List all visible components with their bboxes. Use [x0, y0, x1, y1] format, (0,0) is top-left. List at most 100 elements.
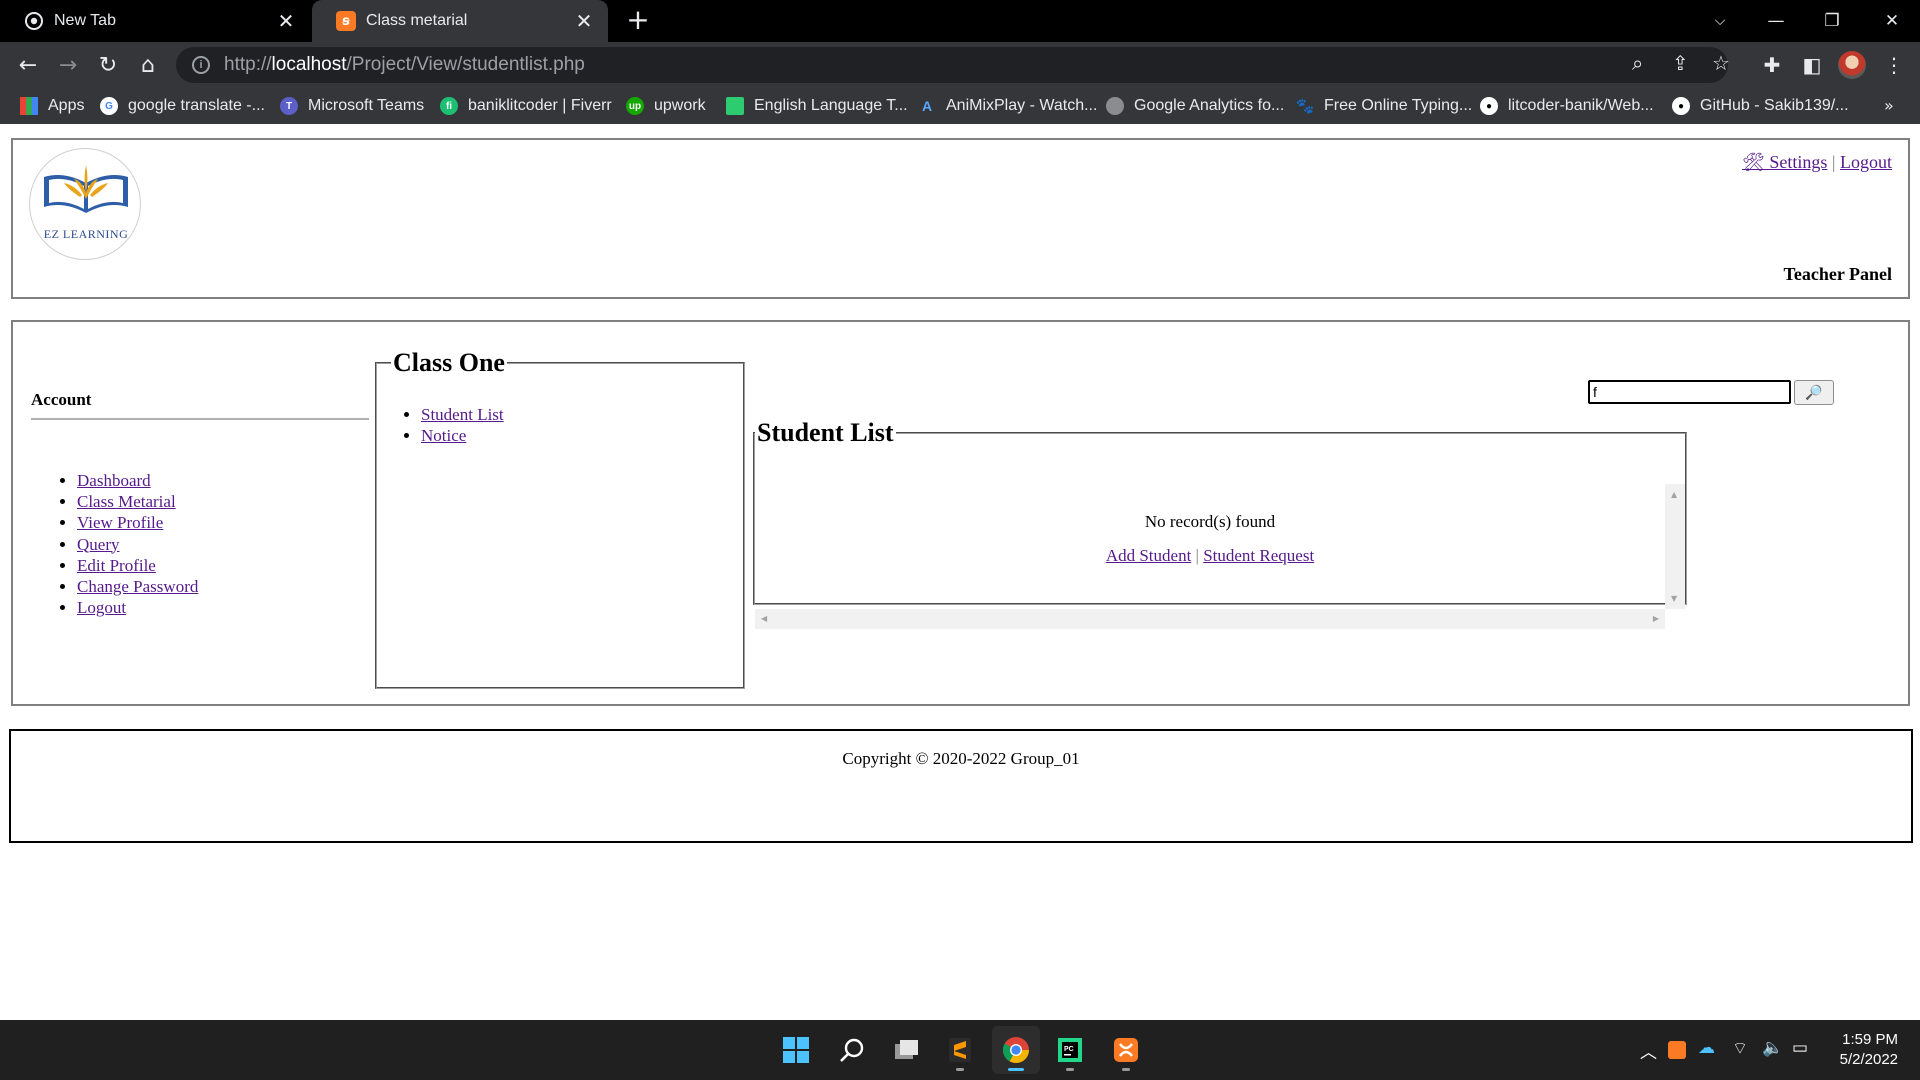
back-button[interactable]: ← — [12, 49, 44, 81]
google-icon: G — [100, 97, 118, 115]
scroll-up-arrow-icon[interactable]: ▲ — [1671, 490, 1677, 499]
account-menu-item: Query — [77, 534, 198, 555]
extensions-icon[interactable]: ✚ — [1756, 49, 1788, 81]
reload-button[interactable]: ↻ — [92, 49, 124, 81]
close-window-button[interactable]: ✕ — [1864, 0, 1920, 42]
tab-class-metarial[interactable]: ꞩ Class metarial ✕ — [312, 0, 608, 42]
close-tab-icon[interactable]: ✕ — [276, 9, 296, 34]
vertical-scrollbar[interactable]: ▲ ▼ — [1665, 484, 1685, 609]
horizontal-scrollbar[interactable]: ◀ ▶ — [755, 609, 1665, 629]
minimize-button[interactable]: — — [1748, 0, 1804, 42]
xampp-taskbar-icon[interactable] — [1102, 1026, 1150, 1074]
settings-link[interactable]: 🛠 Settings — [1742, 152, 1827, 172]
sublime-text-icon[interactable] — [936, 1026, 984, 1074]
tab-search-chevron-icon[interactable]: ⌵ — [1692, 0, 1748, 42]
ez-learning-logo: EZ LEARNING — [29, 148, 141, 260]
paw-icon: 🐾 — [1295, 97, 1315, 115]
tab-new-tab[interactable]: New Tab ✕ — [0, 0, 310, 42]
close-tab-icon[interactable]: ✕ — [574, 9, 594, 34]
bookmark-english-language[interactable]: English Language T... — [726, 88, 908, 124]
share-icon[interactable]: ⇪ — [1672, 51, 1689, 75]
running-indicator — [1008, 1068, 1024, 1071]
restore-button[interactable]: ❐ — [1804, 0, 1860, 42]
edit-profile-link[interactable]: Edit Profile — [77, 556, 156, 575]
bookmark-animixplay[interactable]: A AniMixPlay - Watch... — [918, 88, 1098, 124]
github-icon: ● — [1480, 97, 1498, 115]
class-menu: Student List Notice — [421, 404, 729, 446]
account-menu-item: Class Metarial — [77, 491, 198, 512]
header-links: 🛠 Settings | Logout — [1742, 152, 1892, 173]
student-list-link[interactable]: Student List — [421, 405, 504, 424]
scroll-down-arrow-icon[interactable]: ▼ — [1671, 594, 1677, 603]
system-clock[interactable]: 1:59 PM 5/2/2022 — [1840, 1030, 1898, 1070]
profile-avatar[interactable] — [1838, 51, 1866, 79]
class-panel: Class One Student List Notice — [375, 348, 745, 689]
page-footer: Copyright © 2020-2022 Group_01 — [9, 729, 1913, 843]
chrome-taskbar-icon[interactable] — [992, 1026, 1040, 1074]
home-button[interactable]: ⌂ — [132, 49, 164, 81]
view-profile-link[interactable]: View Profile — [77, 513, 163, 532]
page-header: EZ LEARNING 🛠 Settings | Logout Teacher … — [11, 138, 1910, 299]
show-hidden-icons-chevron-icon[interactable]: ︿ — [1640, 1038, 1657, 1063]
account-menu-item: Logout — [77, 597, 198, 618]
bookmark-free-online-typing[interactable]: 🐾 Free Online Typing... — [1295, 88, 1473, 124]
notice-link[interactable]: Notice — [421, 426, 466, 445]
logo-text: EZ LEARNING — [43, 227, 129, 241]
clock-time: 1:59 PM — [1842, 1031, 1898, 1048]
bookmark-google-translate[interactable]: G google translate -... — [100, 88, 265, 124]
change-password-link[interactable]: Change Password — [77, 577, 198, 596]
account-menu-item: Dashboard — [77, 470, 198, 491]
menu-kebab-icon[interactable]: ⋮ — [1878, 49, 1910, 81]
account-menu-item: Change Password — [77, 576, 198, 597]
wifi-icon[interactable]: ⌔ — [1732, 1038, 1748, 1059]
query-link[interactable]: Query — [77, 535, 119, 554]
zoom-icon[interactable]: ⌕ — [1632, 51, 1643, 75]
account-heading: Account — [31, 390, 92, 409]
side-panel-icon[interactable]: ◧ — [1796, 49, 1828, 81]
bookmark-fiverr[interactable]: fi baniklitcoder | Fiverr — [440, 88, 612, 124]
bookmark-google-analytics[interactable]: Google Analytics fo... — [1106, 88, 1284, 124]
empty-state-message: No record(s) found — [1144, 512, 1276, 531]
url-prefix: http:// — [224, 54, 272, 75]
link-separator: | — [1195, 546, 1199, 565]
search-icon[interactable] — [828, 1026, 876, 1074]
onedrive-icon[interactable]: ☁ — [1698, 1038, 1715, 1058]
bookmark-label: English Language T... — [754, 97, 908, 114]
student-list-scroll-area[interactable]: No record(s) found Add Student | Student… — [755, 484, 1685, 629]
pycharm-icon[interactable]: PC — [1046, 1026, 1094, 1074]
search-button[interactable]: 🔎 — [1794, 380, 1834, 405]
site-info-icon[interactable]: i — [192, 56, 210, 74]
bookmark-label: Microsoft Teams — [308, 97, 425, 114]
bookmark-apps[interactable]: Apps — [20, 88, 84, 124]
bookmark-github-sakib139[interactable]: ● GitHub - Sakib139/... — [1672, 88, 1849, 124]
bookmark-label: litcoder-banik/Web... — [1508, 97, 1654, 114]
more-bookmarks-button[interactable]: » — [1884, 88, 1894, 124]
forward-button[interactable]: → — [52, 49, 84, 81]
search-input[interactable] — [1588, 380, 1791, 404]
dashboard-link[interactable]: Dashboard — [77, 471, 151, 490]
analytics-icon — [1106, 97, 1124, 115]
sidebar-logout-link[interactable]: Logout — [77, 598, 126, 617]
battery-icon[interactable]: ▭ — [1792, 1038, 1808, 1058]
task-view-icon[interactable] — [882, 1026, 930, 1074]
bookmarks-bar: Apps G google translate -... T Microsoft… — [0, 88, 1920, 124]
volume-icon[interactable]: 🔈 — [1762, 1038, 1783, 1058]
class-metarial-link[interactable]: Class Metarial — [77, 492, 176, 511]
browser-toolbar: ← → ↻ ⌂ i http://localhost/Project/View/… — [0, 42, 1920, 88]
new-tab-button[interactable]: + — [622, 5, 654, 37]
bookmark-star-icon[interactable]: ☆ — [1712, 51, 1730, 75]
xampp-tray-icon[interactable] — [1668, 1041, 1686, 1059]
main-content: Account Dashboard Class Metarial View Pr… — [11, 320, 1910, 706]
bookmark-microsoft-teams[interactable]: T Microsoft Teams — [280, 88, 424, 124]
bookmark-litcoder-github[interactable]: ● litcoder-banik/Web... — [1480, 88, 1654, 124]
address-bar[interactable]: i http://localhost/Project/View/studentl… — [176, 47, 1728, 83]
account-menu: Dashboard Class Metarial View Profile Qu… — [77, 470, 198, 618]
scroll-left-arrow-icon[interactable]: ◀ — [761, 614, 767, 623]
url-host: localhost — [271, 54, 347, 75]
scroll-right-arrow-icon[interactable]: ▶ — [1653, 614, 1659, 623]
bookmark-upwork[interactable]: up upwork — [626, 88, 706, 124]
add-student-link[interactable]: Add Student — [1106, 546, 1191, 565]
windows-start-icon[interactable] — [772, 1026, 820, 1074]
student-request-link[interactable]: Student Request — [1203, 546, 1314, 565]
logout-link[interactable]: Logout — [1840, 152, 1892, 172]
